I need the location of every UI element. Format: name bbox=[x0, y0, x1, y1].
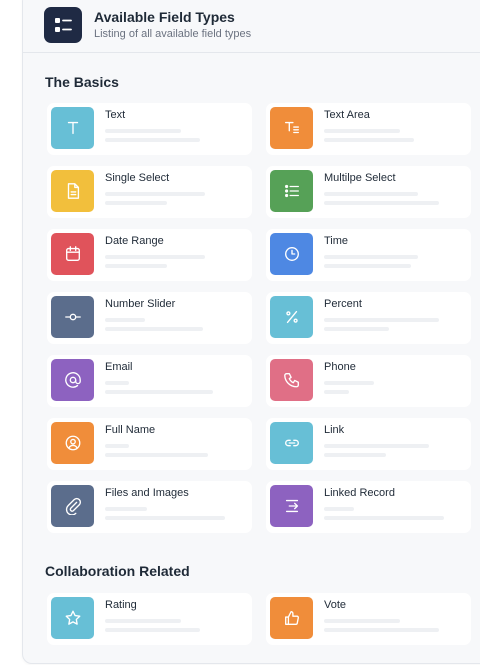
placeholder-line bbox=[324, 138, 414, 142]
placeholder-line bbox=[324, 507, 354, 511]
field-type-tile bbox=[51, 359, 94, 401]
field-type-tile bbox=[270, 485, 313, 527]
page-title: Available Field Types bbox=[94, 9, 235, 25]
placeholder-line bbox=[324, 318, 439, 322]
field-type-label: Email bbox=[105, 361, 133, 373]
field-type-tile bbox=[51, 170, 94, 212]
placeholder-line bbox=[105, 201, 167, 205]
placeholder-line bbox=[324, 628, 439, 632]
field-type-label: Single Select bbox=[105, 172, 170, 184]
placeholder-line bbox=[105, 129, 181, 133]
placeholder-line bbox=[324, 201, 439, 205]
field-type-tile bbox=[270, 170, 313, 212]
field-type-card[interactable]: Text bbox=[47, 103, 252, 155]
placeholder-line bbox=[324, 327, 389, 331]
field-type-label: Full Name bbox=[105, 424, 156, 436]
field-type-label: Files and Images bbox=[105, 487, 189, 499]
field-type-tile bbox=[51, 296, 94, 338]
field-type-card[interactable]: Number Slider bbox=[47, 292, 252, 344]
field-type-label: Link bbox=[324, 424, 345, 436]
field-type-tile bbox=[51, 107, 94, 149]
placeholder-line bbox=[324, 444, 429, 448]
field-type-tile bbox=[51, 597, 94, 639]
field-types-panel: Available Field Types Listing of all ava… bbox=[22, 0, 480, 664]
placeholder-line bbox=[105, 264, 167, 268]
field-type-card[interactable]: Linked Record bbox=[266, 481, 471, 533]
field-type-label: Vote bbox=[324, 599, 347, 611]
section-title-collaboration: Collaboration Related bbox=[45, 563, 190, 579]
field-type-tile bbox=[270, 296, 313, 338]
header-badge bbox=[44, 7, 82, 43]
field-type-label: Time bbox=[324, 235, 349, 247]
placeholder-line bbox=[324, 390, 349, 394]
placeholder-line bbox=[105, 192, 205, 196]
field-type-card[interactable]: Vote bbox=[266, 593, 471, 645]
placeholder-line bbox=[324, 619, 400, 623]
placeholder-line bbox=[105, 507, 147, 511]
placeholder-line bbox=[105, 255, 205, 259]
field-type-tile bbox=[270, 233, 313, 275]
placeholder-line bbox=[324, 255, 418, 259]
field-type-card[interactable]: Rating bbox=[47, 593, 252, 645]
field-type-card[interactable]: Time bbox=[266, 229, 471, 281]
placeholder-line bbox=[105, 444, 129, 448]
field-type-card[interactable]: Files and Images bbox=[47, 481, 252, 533]
field-type-label: Number Slider bbox=[105, 298, 176, 310]
placeholder-line bbox=[324, 516, 444, 520]
field-type-label: Text Area bbox=[324, 109, 370, 121]
placeholder-line bbox=[324, 381, 374, 385]
placeholder-line bbox=[324, 264, 411, 268]
field-type-label: Text bbox=[105, 109, 126, 121]
placeholder-line bbox=[105, 516, 225, 520]
placeholder-line bbox=[105, 138, 200, 142]
panel-header: Available Field Types Listing of all ava… bbox=[23, 0, 480, 53]
placeholder-line bbox=[324, 129, 400, 133]
field-type-tile bbox=[51, 422, 94, 464]
placeholder-line bbox=[324, 192, 418, 196]
placeholder-line bbox=[105, 390, 213, 394]
section-title-basics: The Basics bbox=[45, 74, 119, 90]
placeholder-line bbox=[105, 619, 181, 623]
field-type-label: Date Range bbox=[105, 235, 164, 247]
placeholder-line bbox=[105, 381, 129, 385]
placeholder-line bbox=[105, 453, 208, 457]
placeholder-line bbox=[324, 453, 386, 457]
field-type-label: Phone bbox=[324, 361, 356, 373]
field-type-tile bbox=[270, 359, 313, 401]
page-subtitle: Listing of all available field types bbox=[94, 28, 252, 40]
placeholder-line bbox=[105, 628, 200, 632]
field-type-label: Multilpe Select bbox=[324, 172, 396, 184]
field-type-card[interactable]: Multilpe Select bbox=[266, 166, 471, 218]
field-type-tile bbox=[51, 485, 94, 527]
field-type-card[interactable]: Link bbox=[266, 418, 471, 470]
placeholder-line bbox=[105, 318, 145, 322]
field-type-card[interactable]: Percent bbox=[266, 292, 471, 344]
field-type-card[interactable]: Full Name bbox=[47, 418, 252, 470]
field-type-card[interactable]: Text Area bbox=[266, 103, 471, 155]
placeholder-line bbox=[105, 327, 203, 331]
field-type-card[interactable]: Single Select bbox=[47, 166, 252, 218]
field-type-tile bbox=[270, 597, 313, 639]
field-type-label: Linked Record bbox=[324, 487, 395, 499]
field-type-label: Percent bbox=[324, 298, 362, 310]
field-type-card[interactable]: Email bbox=[47, 355, 252, 407]
field-type-label: Rating bbox=[105, 599, 137, 611]
field-type-tile bbox=[51, 233, 94, 275]
field-type-tile bbox=[270, 422, 313, 464]
field-type-card[interactable]: Date Range bbox=[47, 229, 252, 281]
field-type-card[interactable]: Phone bbox=[266, 355, 471, 407]
field-type-tile bbox=[270, 107, 313, 149]
